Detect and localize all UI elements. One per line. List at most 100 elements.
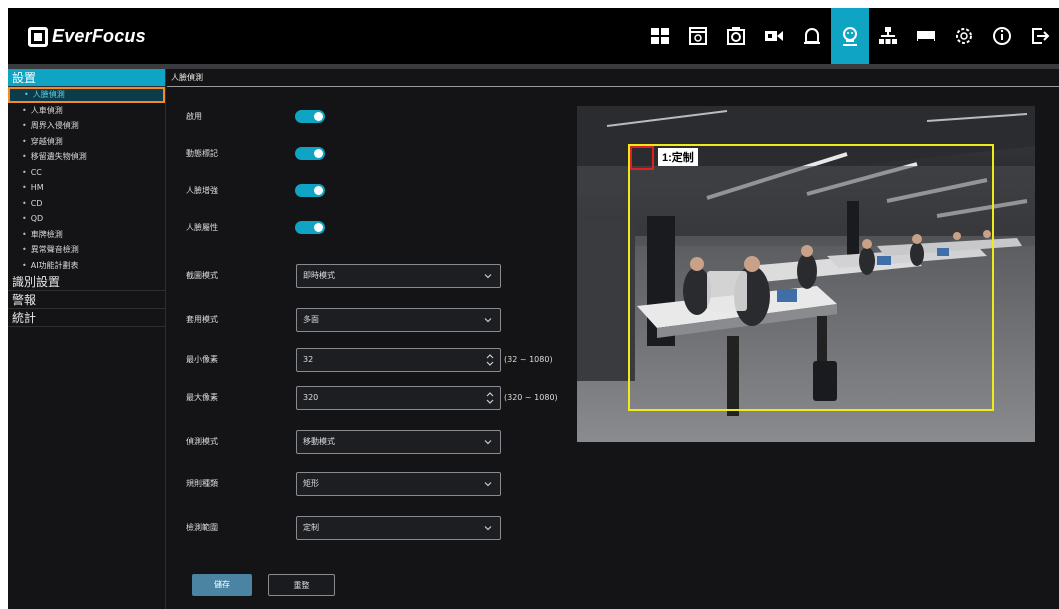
enable-label: 啟用 <box>186 112 202 121</box>
storage-button[interactable] <box>907 8 945 64</box>
max-pixel-value: 320 <box>303 393 319 402</box>
app-frame: EverFocus 設置 • 人臉偵測 • 人車偵測 • 周界入侵偵測 • 穿越… <box>8 8 1059 609</box>
info-icon <box>993 27 1011 45</box>
detect-range-value: 定制 <box>303 523 319 532</box>
chevron-down-icon <box>484 440 492 445</box>
sidebar-item-hm[interactable]: HM <box>8 180 165 196</box>
info-button[interactable] <box>983 8 1021 64</box>
rule-type-row: 規則種類 矩形 <box>167 470 567 498</box>
face-detection-button[interactable] <box>831 8 869 64</box>
enable-row: 啟用 <box>167 103 567 131</box>
storage-icon <box>917 31 935 41</box>
rule-type-label: 規則種類 <box>186 479 218 488</box>
min-pixel-value: 32 <box>303 355 314 364</box>
record-button[interactable] <box>755 8 793 64</box>
sidebar-item-cd[interactable]: CD <box>8 196 165 212</box>
snapshot-button[interactable] <box>717 8 755 64</box>
detect-mode-label: 偵測模式 <box>186 437 218 446</box>
apply-mode-select[interactable]: 多面 <box>296 308 501 332</box>
sidebar-item-face-detection[interactable]: 人臉偵測 <box>8 87 165 103</box>
brand-name: EverFocus <box>52 26 146 46</box>
detect-mode-select[interactable]: 移動模式 <box>296 430 501 454</box>
sidebar: 設置 人臉偵測 人車偵測 周界入侵偵測 穿越偵測 移留遺失物偵測 CC HM C… <box>8 69 166 609</box>
max-pixel-row: 最大像素 320 (320 ~ 1080) <box>167 384 567 412</box>
snap-mode-value: 即時模式 <box>303 271 335 280</box>
save-button[interactable]: 儲存 <box>192 574 252 596</box>
main-toolbar <box>641 8 1059 64</box>
settings-gear-icon <box>956 28 972 44</box>
detect-range-select[interactable]: 定制 <box>296 516 501 540</box>
face-detection-icon <box>843 27 857 46</box>
layout-grid-icon <box>651 28 669 44</box>
min-pixel-input[interactable]: 32 <box>296 348 501 372</box>
chevron-down-icon <box>484 274 492 279</box>
alarm-bell-icon <box>804 28 820 44</box>
detect-mode-row: 偵測模式 移動模式 <box>167 428 567 456</box>
detection-zone[interactable]: 1:定制 <box>628 144 994 411</box>
network-button[interactable] <box>869 8 907 64</box>
detect-range-row: 檢測範圍 定制 <box>167 514 567 542</box>
face-attr-label: 人臉屬性 <box>186 223 218 232</box>
brand-logo-icon <box>28 26 48 47</box>
chevron-down-icon <box>484 318 492 323</box>
detect-mode-value: 移動模式 <box>303 437 335 446</box>
record-camera-icon <box>765 31 783 41</box>
sidebar-section-recognition[interactable]: 識別設置 <box>8 273 165 291</box>
settings-button[interactable] <box>945 8 983 64</box>
detection-zone-handle[interactable] <box>630 146 654 170</box>
sidebar-section-alarm[interactable]: 警報 <box>8 291 165 309</box>
rule-type-select[interactable]: 矩形 <box>296 472 501 496</box>
sidebar-item-plate-detection[interactable]: 車牌檢測 <box>8 227 165 243</box>
motion-mark-row: 動態標記 <box>167 140 567 168</box>
logout-button[interactable] <box>1021 8 1059 64</box>
sidebar-item-cc[interactable]: CC <box>8 165 165 181</box>
face-enhance-label: 人臉增強 <box>186 186 218 195</box>
snapshot-icon <box>727 27 745 45</box>
chevron-down-icon <box>484 482 492 487</box>
motion-mark-toggle[interactable] <box>295 147 325 160</box>
reset-button[interactable]: 重整 <box>268 574 335 596</box>
enable-toggle[interactable] <box>295 110 325 123</box>
layout-grid-button[interactable] <box>641 8 679 64</box>
face-enhance-toggle[interactable] <box>295 184 325 197</box>
max-pixel-label: 最大像素 <box>186 393 218 402</box>
detect-range-label: 檢測範圍 <box>186 523 218 532</box>
camera-preview[interactable]: 1:定制 <box>577 106 1035 442</box>
sidebar-item-abnormal-sound[interactable]: 異常聲音檢測 <box>8 242 165 258</box>
sidebar-item-qd[interactable]: QD <box>8 211 165 227</box>
top-bar: EverFocus <box>8 8 1059 64</box>
snap-mode-row: 截圖模式 即時模式 <box>167 262 567 290</box>
rule-type-value: 矩形 <box>303 479 319 488</box>
min-pixel-row: 最小像素 32 (32 ~ 1080) <box>167 346 567 374</box>
sidebar-item-line-crossing[interactable]: 穿越偵測 <box>8 134 165 150</box>
face-attr-row: 人臉屬性 <box>167 214 567 242</box>
alarm-button[interactable] <box>793 8 831 64</box>
playback-icon <box>689 27 707 45</box>
face-attr-toggle[interactable] <box>295 221 325 234</box>
chevron-down-icon <box>484 526 492 531</box>
motion-mark-label: 動態標記 <box>186 149 218 158</box>
apply-mode-row: 套用模式 多面 <box>167 306 567 334</box>
sidebar-item-perimeter-intrusion[interactable]: 周界入侵偵測 <box>8 118 165 134</box>
sidebar-item-ai-schedule[interactable]: AI功能計劃表 <box>8 258 165 274</box>
sidebar-item-human-vehicle-detection[interactable]: 人車偵測 <box>8 103 165 119</box>
sidebar-section-settings[interactable]: 設置 <box>8 69 165 87</box>
playback-button[interactable] <box>679 8 717 64</box>
spinner-arrows-icon[interactable] <box>486 352 494 368</box>
brand-logo: EverFocus <box>28 26 146 47</box>
min-pixel-label: 最小像素 <box>186 355 218 364</box>
snap-mode-select[interactable]: 即時模式 <box>296 264 501 288</box>
snap-mode-label: 截圖模式 <box>186 271 218 280</box>
max-pixel-range: (320 ~ 1080) <box>504 393 558 402</box>
main-panel: 人臉偵測 啟用 動態標記 人臉增強 人臉屬性 截圖模式 即時模式 套用模式 多面… <box>167 69 1059 609</box>
logout-icon <box>1032 28 1050 44</box>
apply-mode-value: 多面 <box>303 315 319 324</box>
max-pixel-input[interactable]: 320 <box>296 386 501 410</box>
network-icon <box>879 27 897 44</box>
sidebar-item-object-left-missing[interactable]: 移留遺失物偵測 <box>8 149 165 165</box>
page-title: 人臉偵測 <box>167 69 1059 87</box>
apply-mode-label: 套用模式 <box>186 315 218 324</box>
spinner-arrows-icon[interactable] <box>486 390 494 406</box>
sidebar-section-statistics[interactable]: 統計 <box>8 309 165 327</box>
face-enhance-row: 人臉增強 <box>167 177 567 205</box>
